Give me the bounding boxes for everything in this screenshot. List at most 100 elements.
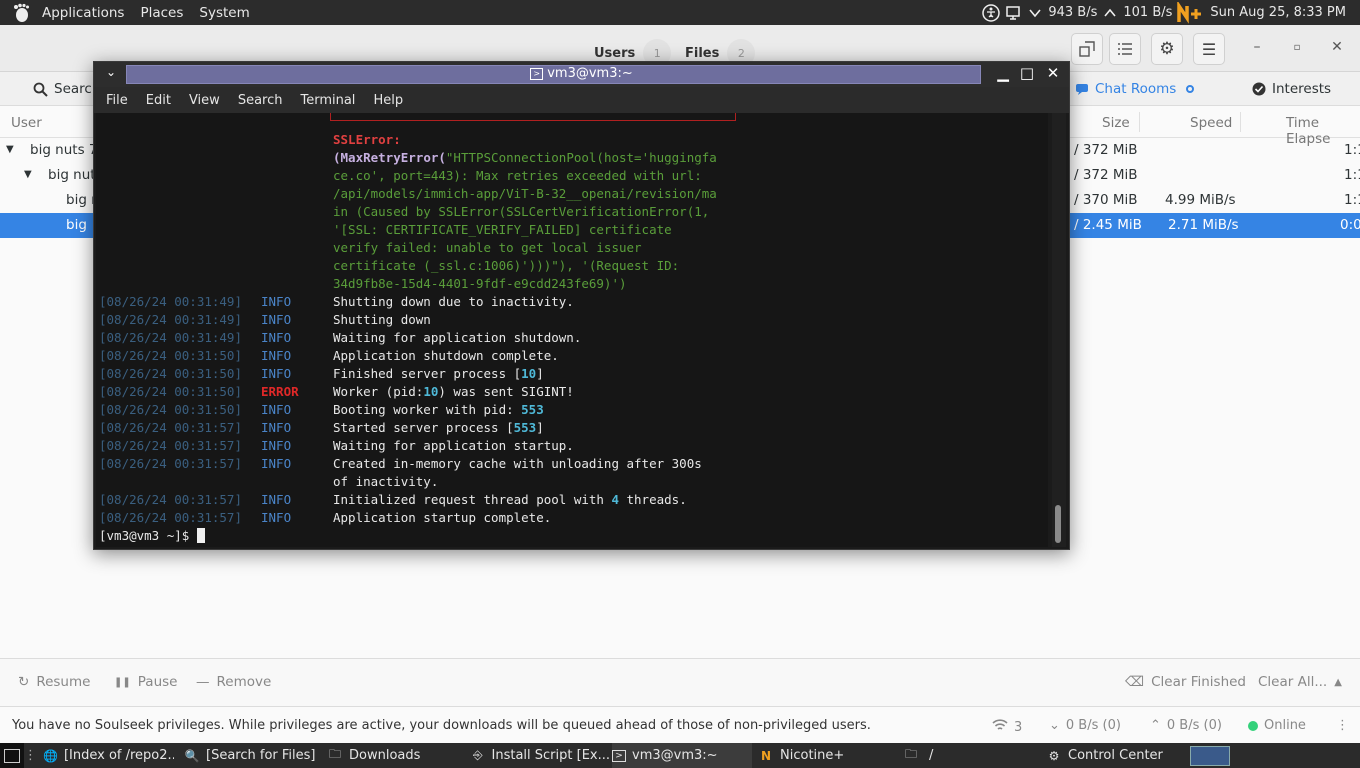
status-bar: You have no Soulseek privileges. While p… bbox=[0, 706, 1360, 743]
error-box-outline bbox=[330, 113, 736, 121]
terminal-title: > vm3@vm3:~ bbox=[94, 66, 1069, 81]
clear-all-button[interactable]: Clear All... ▲ bbox=[1258, 674, 1342, 690]
pause-label: Pause bbox=[137, 674, 178, 690]
upload-speed-status[interactable]: ⌃ 0 B/s (0) bbox=[1150, 718, 1222, 733]
log-line: [08/26/24 00:31:49] INFO Waiting for appli… bbox=[99, 329, 581, 347]
desktop-icon bbox=[4, 748, 20, 763]
log-line: [08/26/24 00:31:50] INFO Application shutd… bbox=[99, 347, 559, 365]
log-line: [08/26/24 00:31:57] INFO Application start… bbox=[99, 509, 551, 527]
pause-button[interactable]: ❚❚ Pause bbox=[114, 674, 177, 690]
minimize-button[interactable]: – bbox=[1247, 39, 1267, 55]
scrollbar-thumb[interactable] bbox=[1055, 505, 1061, 543]
chat-rooms-label: Chat Rooms bbox=[1095, 81, 1177, 97]
log-message: Application shutdown complete. bbox=[333, 348, 559, 363]
online-status[interactable]: Online bbox=[1248, 718, 1306, 733]
log-message: Initialized request thread pool with 4 t… bbox=[333, 492, 687, 507]
clock[interactable]: Sun Aug 25, 8:33 PM bbox=[1210, 5, 1346, 20]
pause-icon: ❚❚ bbox=[114, 676, 131, 688]
terminal-close-button[interactable]: ✕ bbox=[1042, 64, 1064, 82]
status-menu-icon[interactable]: ⋮ bbox=[1336, 718, 1349, 733]
chat-icon bbox=[1076, 84, 1088, 95]
show-desktop-button[interactable] bbox=[0, 743, 24, 768]
download-speed-status[interactable]: ⌄ 0 B/s (0) bbox=[1049, 718, 1121, 733]
log-line: [08/26/24 00:31:57] INFO Created in-memory… bbox=[99, 455, 702, 473]
terminal-maximize-button[interactable]: □ bbox=[1016, 64, 1038, 82]
main-menu-button[interactable]: ☰ bbox=[1193, 33, 1225, 65]
log-level: INFO bbox=[261, 420, 292, 435]
system-menu[interactable]: System bbox=[191, 0, 257, 25]
terminal-scrollbar[interactable] bbox=[1052, 113, 1066, 547]
task-item[interactable]: N Nicotine+ bbox=[758, 743, 898, 768]
workspace-switcher[interactable] bbox=[1190, 746, 1230, 766]
control-center-icon: ⚙ bbox=[1048, 748, 1060, 763]
close-button[interactable]: ✕ bbox=[1327, 39, 1347, 55]
menu-view[interactable]: View bbox=[180, 93, 229, 108]
task-item[interactable]: 🔍 [Search for Files] bbox=[184, 743, 320, 768]
task-item[interactable]: ⚙ Control Center bbox=[1046, 743, 1186, 768]
maximize-button[interactable]: ▫ bbox=[1287, 42, 1307, 53]
row-time: 1:1 bbox=[1344, 192, 1360, 208]
chat-rooms-tab[interactable]: Chat Rooms bbox=[1075, 81, 1195, 97]
col-user[interactable]: User bbox=[11, 115, 42, 131]
log-timestamp: [08/26/24 00:31:50] bbox=[99, 384, 242, 399]
log-level: INFO bbox=[261, 456, 292, 471]
menu-search[interactable]: Search bbox=[229, 93, 292, 108]
col-size[interactable]: Size bbox=[1102, 115, 1130, 131]
interests-tab[interactable]: Interests bbox=[1252, 81, 1331, 97]
folder-icon: 🗀 bbox=[904, 747, 917, 761]
search-files-icon: 🔍 bbox=[184, 748, 200, 763]
remove-button[interactable]: — Remove bbox=[196, 674, 271, 690]
log-level: INFO bbox=[261, 492, 292, 507]
menu-file[interactable]: File bbox=[97, 93, 137, 108]
task-item[interactable]: 🗀 / bbox=[903, 743, 1039, 768]
tab-files-label: Files bbox=[685, 45, 720, 61]
folder-icon: 🗀 bbox=[328, 747, 341, 761]
privileges-message: You have no Soulseek privileges. While p… bbox=[12, 718, 871, 733]
menu-help[interactable]: Help bbox=[364, 93, 412, 108]
checkmark-circle-icon bbox=[1252, 82, 1266, 96]
col-speed[interactable]: Speed bbox=[1190, 115, 1232, 131]
shell-prompt[interactable]: [vm3@vm3 ~]$ bbox=[99, 527, 205, 545]
task-item-active[interactable]: > vm3@vm3:~ bbox=[612, 743, 752, 768]
row-time: 1:1 bbox=[1344, 167, 1360, 183]
task-item[interactable]: ⎆ Install Script [Ex... bbox=[470, 743, 610, 768]
download-speed-value: 0 B/s (0) bbox=[1065, 718, 1121, 733]
search-icon bbox=[33, 82, 48, 97]
nicotine-tray-icon[interactable] bbox=[1176, 1, 1203, 24]
log-timestamp: [08/26/24 00:31:57] bbox=[99, 438, 242, 453]
applications-menu[interactable]: Applications bbox=[34, 0, 132, 25]
log-level: INFO bbox=[261, 402, 292, 417]
menu-edit[interactable]: Edit bbox=[137, 93, 180, 108]
accessibility-icon[interactable] bbox=[982, 3, 1001, 22]
separator-grip-icon: ⋮ bbox=[24, 748, 37, 763]
online-label: Online bbox=[1264, 718, 1306, 733]
expander-icon[interactable]: ▼ bbox=[24, 169, 32, 180]
menu-terminal[interactable]: Terminal bbox=[291, 93, 364, 108]
log-line: [08/26/24 00:31:57] INFO Waiting for appli… bbox=[99, 437, 574, 455]
gnome-foot-icon[interactable] bbox=[10, 3, 32, 23]
resume-button[interactable]: ↻ Resume bbox=[18, 674, 90, 690]
expander-icon[interactable]: ▼ bbox=[6, 144, 14, 155]
task-item[interactable]: ⋮ 🌐 [Index of /repo2... bbox=[24, 743, 174, 768]
terminal-icon: > bbox=[612, 749, 626, 762]
terminal-titlebar[interactable]: ⌄ > vm3@vm3:~ ▁ □ ✕ bbox=[94, 62, 1069, 87]
ssl-error-label: SSLError: bbox=[333, 132, 401, 147]
clear-finished-label: Clear Finished bbox=[1151, 674, 1246, 690]
clear-finished-button[interactable]: ⌫ Clear Finished bbox=[1125, 674, 1246, 690]
remove-label: Remove bbox=[216, 674, 272, 690]
monitor-icon[interactable] bbox=[1004, 4, 1022, 22]
net-down-rate: 943 B/s bbox=[1048, 5, 1098, 20]
log-message: Application startup complete. bbox=[333, 510, 552, 525]
task-item[interactable]: 🗀 Downloads bbox=[327, 743, 463, 768]
log-line: [08/26/24 00:31:50] ERROR Worker (pid:10) … bbox=[99, 383, 574, 401]
preferences-button[interactable]: ⚙ bbox=[1151, 33, 1183, 65]
terminal-output[interactable]: SSLError: (MaxRetryError("HTTPSConnectio… bbox=[96, 113, 1048, 547]
list-view-button[interactable] bbox=[1109, 33, 1141, 65]
restore-view-button[interactable] bbox=[1071, 33, 1103, 65]
system-tray: 943 B/s 101 B/s Sun Aug 25, 8:33 PM bbox=[982, 0, 1360, 25]
connections-status[interactable]: 3 bbox=[992, 718, 1022, 736]
network-down-icon bbox=[1026, 4, 1044, 22]
terminal-minimize-button[interactable]: ▁ bbox=[992, 64, 1014, 82]
places-menu[interactable]: Places bbox=[132, 0, 191, 25]
search-tab[interactable]: Search bbox=[33, 81, 100, 97]
